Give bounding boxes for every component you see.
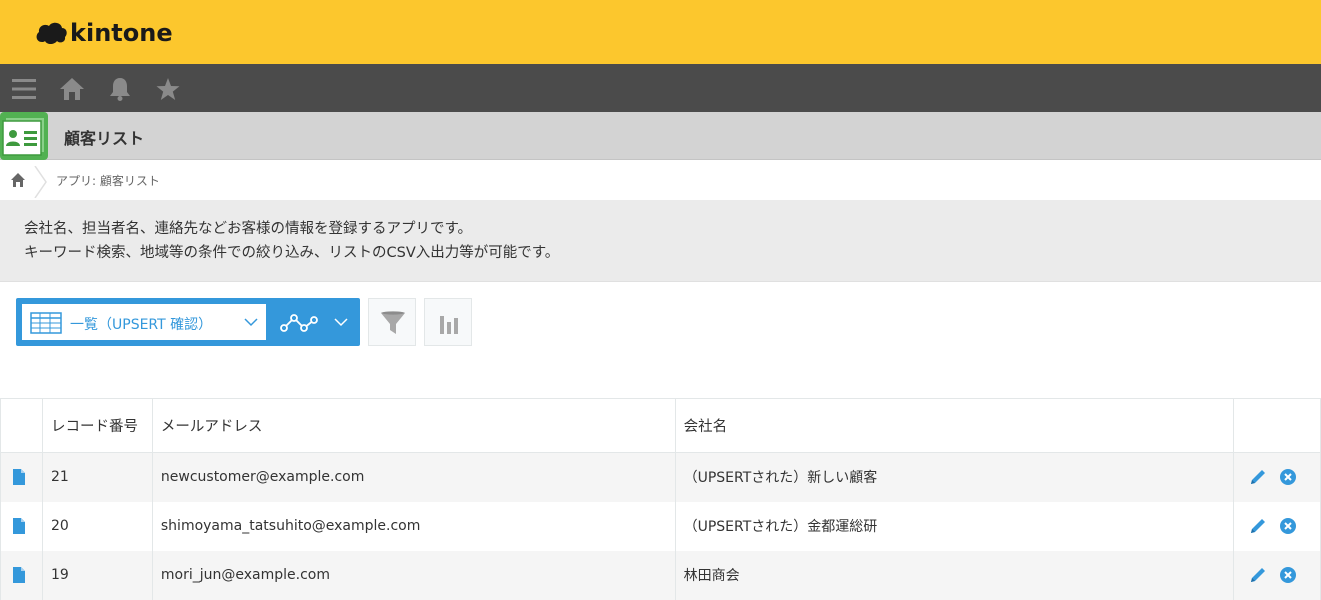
pencil-icon[interactable] (1249, 517, 1267, 535)
customer-list-app-icon (0, 112, 48, 160)
delete-icon[interactable] (1279, 517, 1297, 535)
breadcrumb-separator-icon (34, 166, 47, 198)
global-nav (0, 64, 1321, 112)
top-header: kintone (0, 0, 1321, 64)
star-icon[interactable] (155, 76, 181, 102)
view-label: 一覧（UPSERT 確認） (70, 317, 213, 333)
bell-icon[interactable] (107, 76, 133, 102)
record-number-cell: 20 (41, 501, 153, 551)
actions-cell (1232, 501, 1321, 551)
delete-icon[interactable] (1279, 566, 1297, 584)
record-number-cell: 21 (41, 452, 153, 502)
table-view-icon (30, 312, 62, 334)
detail-cell (0, 550, 43, 600)
detail-cell (0, 501, 43, 551)
chevron-down-icon (334, 318, 348, 327)
document-icon[interactable] (12, 567, 26, 583)
app-title: 顧客リスト (64, 129, 145, 148)
chevron-down-icon (244, 318, 258, 327)
company-cell: （UPSERTされた）新しい顧客 (674, 452, 1234, 502)
table-header-row: レコード番号 メールアドレス 会社名 (0, 398, 1321, 453)
detail-cell (0, 452, 43, 502)
pencil-icon[interactable] (1249, 566, 1267, 584)
breadcrumb: アプリ: 顧客リスト (0, 160, 1321, 200)
filter-icon (381, 311, 405, 334)
menu-icon[interactable] (11, 76, 37, 102)
breadcrumb-app-link[interactable]: アプリ: 顧客リスト (56, 172, 160, 189)
header-record-number[interactable]: レコード番号 (41, 398, 153, 453)
home-icon[interactable] (59, 76, 85, 102)
company-cell: （UPSERTされた）金都運総研 (674, 501, 1234, 551)
description-line-2: キーワード検索、地域等の条件での絞り込み、リストのCSV入出力等が可能です。 (24, 245, 560, 261)
actions-cell (1232, 550, 1321, 600)
logo-text: kintone (70, 19, 173, 47)
kintone-logo[interactable]: kintone (34, 16, 173, 50)
table-row: 20 shimoyama_tatsuhito@example.com （UPSE… (0, 501, 1321, 551)
graph-dropdown-button[interactable] (272, 304, 358, 340)
app-header: 顧客リスト (0, 112, 1321, 160)
breadcrumb-home-icon[interactable] (10, 172, 26, 188)
line-graph-icon (280, 314, 318, 332)
company-cell: 林田商会 (674, 550, 1234, 600)
cloud-logo-icon (36, 22, 67, 44)
document-icon[interactable] (12, 518, 26, 534)
email-cell: mori_jun@example.com (151, 550, 676, 600)
records-table: レコード番号 メールアドレス 会社名 21 newcustomer@exampl… (0, 398, 1321, 600)
record-number-cell: 19 (41, 550, 153, 600)
header-company[interactable]: 会社名 (674, 398, 1234, 453)
view-dropdown[interactable]: 一覧（UPSERT 確認） (22, 304, 266, 340)
view-selector: 一覧（UPSERT 確認） (16, 298, 360, 346)
email-cell: shimoyama_tatsuhito@example.com (151, 501, 676, 551)
header-actions-column (1232, 398, 1321, 453)
email-cell: newcustomer@example.com (151, 452, 676, 502)
header-detail-column (0, 398, 43, 453)
header-email[interactable]: メールアドレス (151, 398, 676, 453)
delete-icon[interactable] (1279, 468, 1297, 486)
table-row: 21 newcustomer@example.com （UPSERTされた）新し… (0, 452, 1321, 502)
chart-button[interactable] (424, 298, 472, 346)
bar-chart-icon (440, 316, 458, 334)
pencil-icon[interactable] (1249, 468, 1267, 486)
table-row: 19 mori_jun@example.com 林田商会 (0, 550, 1321, 600)
filter-button[interactable] (368, 298, 416, 346)
actions-cell (1232, 452, 1321, 502)
description-line-1: 会社名、担当者名、連絡先などお客様の情報を登録するアプリです。 (24, 221, 473, 237)
app-description: 会社名、担当者名、連絡先などお客様の情報を登録するアプリです。 キーワード検索、… (0, 200, 1321, 282)
document-icon[interactable] (12, 469, 26, 486)
